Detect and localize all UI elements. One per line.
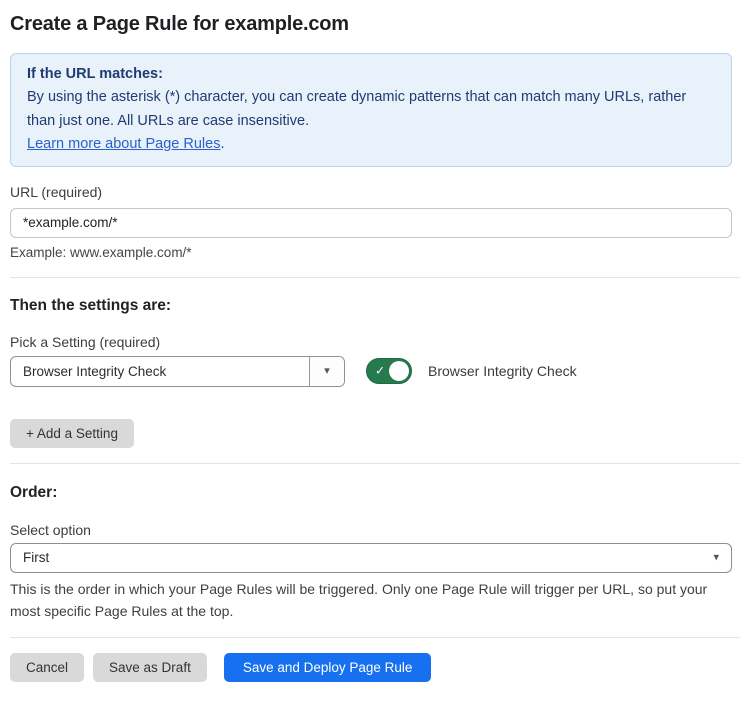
order-select-value: First <box>23 550 49 565</box>
url-example-helper: Example: www.example.com/* <box>10 245 732 260</box>
page-rule-form: Create a Page Rule for example.com If th… <box>0 0 750 682</box>
url-field-label: URL (required) <box>10 184 732 200</box>
check-icon: ✓ <box>375 364 385 378</box>
info-box-heading: If the URL matches: <box>27 63 715 86</box>
toggle-label: Browser Integrity Check <box>428 363 577 379</box>
chevron-down-icon: ▾ <box>713 552 719 563</box>
setting-select-arrow-button[interactable]: ▾ <box>309 357 344 386</box>
learn-more-link[interactable]: Learn more about Page Rules <box>27 136 220 152</box>
toggle-knob <box>389 361 409 381</box>
url-input[interactable] <box>10 208 732 238</box>
order-select[interactable]: First ▾ <box>10 543 732 573</box>
add-setting-button[interactable]: + Add a Setting <box>10 419 134 448</box>
page-title: Create a Page Rule for example.com <box>10 12 732 36</box>
order-section-heading: Order: <box>10 484 732 502</box>
save-deploy-button[interactable]: Save and Deploy Page Rule <box>224 653 432 682</box>
settings-section-heading: Then the settings are: <box>10 297 732 315</box>
divider <box>10 463 740 464</box>
pick-setting-label: Pick a Setting (required) <box>10 334 732 350</box>
link-suffix: . <box>220 136 224 152</box>
cancel-button[interactable]: Cancel <box>10 653 84 682</box>
setting-select[interactable]: Browser Integrity Check ▾ <box>10 356 345 387</box>
save-draft-button[interactable]: Save as Draft <box>93 653 207 682</box>
info-box-body: By using the asterisk (*) character, you… <box>27 86 715 133</box>
divider <box>10 277 740 278</box>
order-select-label: Select option <box>10 522 732 538</box>
url-matches-info-box: If the URL matches: By using the asteris… <box>10 53 732 167</box>
setting-row: Browser Integrity Check ▾ ✓ Browser Inte… <box>10 356 732 387</box>
footer-actions: Cancel Save as Draft Save and Deploy Pag… <box>10 653 732 682</box>
chevron-down-icon: ▾ <box>324 366 330 377</box>
setting-select-value: Browser Integrity Check <box>11 357 309 386</box>
order-helper-text: This is the order in which your Page Rul… <box>10 578 732 622</box>
browser-integrity-toggle[interactable]: ✓ <box>366 358 412 384</box>
info-box-link-line: Learn more about Page Rules. <box>27 133 715 156</box>
divider <box>10 637 740 638</box>
